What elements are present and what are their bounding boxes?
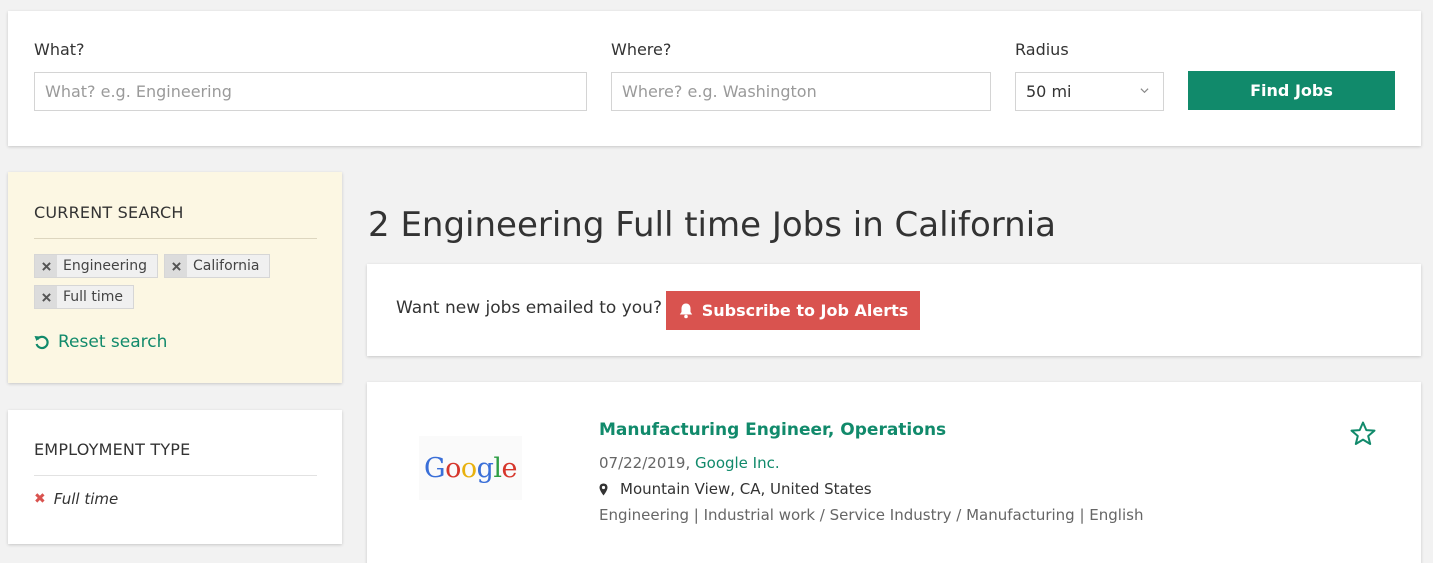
subscribe-alerts-button[interactable]: Subscribe to Job Alerts (666, 291, 920, 330)
company-logo[interactable]: Google (419, 436, 522, 500)
divider (34, 238, 317, 239)
company-link[interactable]: Google Inc. (695, 454, 780, 472)
map-marker-icon (599, 483, 608, 495)
tag-label: California (193, 258, 260, 274)
job-card: Google Manufacturing Engineer, Operation… (367, 382, 1421, 563)
employment-type-heading: EMPLOYMENT TYPE (34, 440, 191, 459)
remove-tag-icon[interactable] (165, 255, 187, 277)
chevron-down-icon (1140, 88, 1149, 94)
job-date: 07/22/2019, (599, 454, 691, 472)
what-label: What? (34, 40, 85, 59)
job-location: Mountain View, CA, United States (599, 480, 872, 498)
job-meta: 07/22/2019, Google Inc. (599, 454, 780, 472)
reset-search-link[interactable]: Reset search (34, 332, 167, 352)
subscribe-label: Subscribe to Job Alerts (701, 301, 909, 320)
job-title-link[interactable]: Manufacturing Engineer, Operations (599, 420, 946, 440)
employment-filter-label: Full time (53, 490, 119, 508)
bell-icon (679, 303, 692, 319)
search-tag-full-time[interactable]: Full time (34, 285, 135, 309)
find-jobs-button[interactable]: Find Jobs (1188, 71, 1395, 110)
what-input[interactable] (34, 72, 587, 111)
where-label: Where? (611, 40, 672, 59)
results-title: 2 Engineering Full time Jobs in Californ… (368, 205, 1057, 245)
company-logo-text: Google (423, 452, 518, 484)
search-tag-engineering[interactable]: Engineering (34, 254, 158, 278)
search-bar: What? Where? Radius 50 mi Find Jobs (8, 11, 1421, 146)
current-search-panel: CURRENT SEARCH Engineering California Fu… (8, 172, 342, 383)
reset-search-label: Reset search (58, 332, 168, 352)
where-input[interactable] (611, 72, 991, 111)
employment-filter-full-time[interactable]: ✖ Full time (34, 490, 118, 508)
remove-tag-icon[interactable] (35, 286, 57, 308)
tag-label: Full time (63, 289, 124, 305)
current-search-heading: CURRENT SEARCH (34, 203, 184, 222)
job-alert-text: Want new jobs emailed to you? (396, 298, 662, 318)
tag-label: Engineering (63, 258, 147, 274)
divider (34, 475, 317, 476)
search-tag-california[interactable]: California (164, 254, 271, 278)
remove-filter-icon[interactable]: ✖ (34, 491, 46, 507)
employment-type-panel: EMPLOYMENT TYPE ✖ Full time (8, 410, 342, 544)
radius-label: Radius (1015, 40, 1069, 59)
job-location-text: Mountain View, CA, United States (620, 480, 872, 498)
star-outline-icon[interactable] (1350, 421, 1376, 446)
radius-value: 50 mi (1026, 82, 1072, 101)
remove-tag-icon[interactable] (35, 255, 57, 277)
radius-select[interactable]: 50 mi (1015, 72, 1164, 111)
reset-icon (34, 335, 49, 350)
job-alert-banner: Want new jobs emailed to you? Subscribe … (367, 264, 1421, 356)
job-categories: Engineering | Industrial work / Service … (599, 506, 1144, 524)
